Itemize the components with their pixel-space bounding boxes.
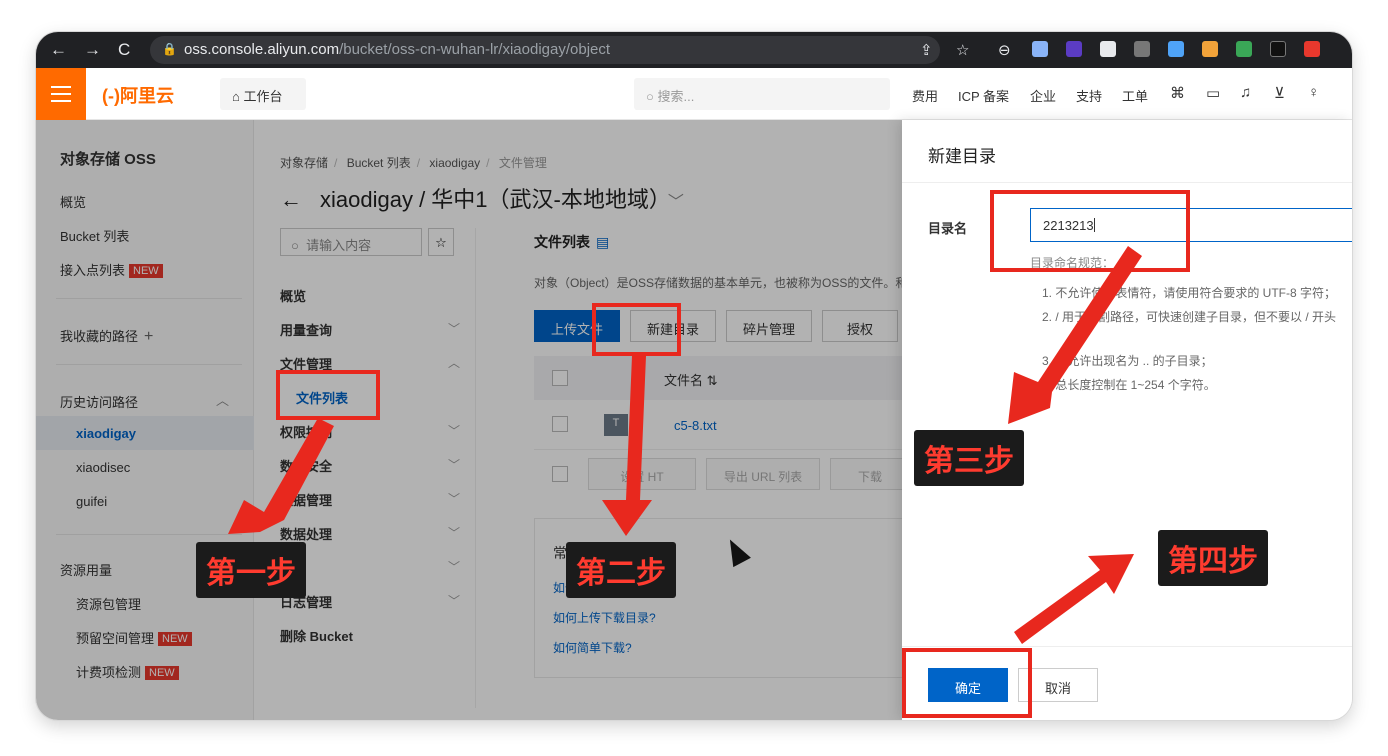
extension-icon[interactable] [1168, 41, 1184, 57]
screen-frame: ← → C 🔒 oss.console.aliyun.com/bucket/os… [36, 32, 1352, 720]
top-link-support[interactable]: 支持 [1076, 86, 1102, 105]
aliyun-logo[interactable]: (-)阿里云 [102, 82, 174, 108]
annotation-box-step4 [902, 648, 1032, 718]
code-icon[interactable]: ⌘ [1170, 84, 1185, 102]
folder-name-label: 目录名 [928, 221, 968, 236]
step-label-2: 第二步 [566, 542, 676, 598]
step-label-1: 第一步 [196, 542, 306, 598]
top-link-enterprise[interactable]: 企业 [1030, 86, 1056, 105]
annotation-box-step2 [592, 303, 681, 356]
modal-overlay[interactable] [36, 120, 902, 720]
step-label-3: 第三步 [914, 430, 1024, 486]
browser-bar: ← → C 🔒 oss.console.aliyun.com/bucket/os… [36, 32, 1352, 68]
terminal-icon[interactable]: ▭ [1206, 84, 1220, 102]
workbench-button[interactable]: ⌂ 工作台 [220, 78, 306, 110]
share-icon[interactable]: ⇪ [920, 41, 933, 59]
bulb-icon[interactable]: ♀ [1308, 84, 1319, 101]
console-search-input[interactable]: ○ 搜索... [634, 78, 890, 110]
extension-icon[interactable] [1100, 41, 1116, 57]
bookmark-star-icon[interactable]: ☆ [956, 41, 969, 59]
console-topbar: (-)阿里云 ⌂ 工作台 ○ 搜索... 费用 ICP 备案 企业 支持 工单 … [36, 68, 1352, 120]
extension-icon[interactable] [1066, 41, 1082, 57]
address-bar[interactable]: 🔒 oss.console.aliyun.com/bucket/oss-cn-w… [150, 36, 940, 64]
drawer-title: 新建目录 [928, 147, 996, 166]
extension-icon[interactable] [1236, 41, 1252, 57]
extension-icon[interactable] [1270, 41, 1286, 57]
top-link-ticket[interactable]: 工单 [1122, 86, 1148, 105]
back-icon[interactable]: ← [50, 40, 67, 60]
url-path: /bucket/oss-cn-wuhan-lr/xiaodigay/object [339, 41, 611, 58]
forward-icon[interactable]: → [84, 40, 101, 60]
url-host: oss.console.aliyun.com [184, 41, 340, 58]
extension-icon[interactable] [1032, 41, 1048, 57]
extension-icon[interactable] [1202, 41, 1218, 57]
minus-circle-icon[interactable]: ⊖ [998, 41, 1011, 59]
annotation-box-step1 [276, 370, 380, 420]
extension-icon[interactable] [1134, 41, 1150, 57]
cart-icon[interactable]: ⊻ [1274, 84, 1285, 102]
top-link-icp[interactable]: ICP 备案 [958, 86, 1009, 105]
menu-icon[interactable] [36, 68, 86, 120]
top-link-fee[interactable]: 费用 [912, 86, 938, 105]
naming-rule: 2. / 用于分割路径，可快速创建子目录，但不要以 / 开头 [1042, 310, 1337, 324]
annotation-box-step3 [990, 190, 1190, 272]
naming-rule: 4. 总长度控制在 1~254 个字符。 [1042, 378, 1216, 392]
extension-icon[interactable] [1304, 41, 1320, 57]
step-label-4: 第四步 [1158, 530, 1268, 586]
naming-rule: 1. 不允许使用表情符，请使用符合要求的 UTF-8 字符； [1042, 286, 1337, 300]
bell-icon[interactable]: ♫ [1240, 84, 1251, 101]
naming-rule: 3. 不允许出现名为 .. 的子目录； [1042, 354, 1213, 368]
lock-icon: 🔒 [162, 42, 177, 56]
reload-icon[interactable]: C [118, 40, 130, 60]
